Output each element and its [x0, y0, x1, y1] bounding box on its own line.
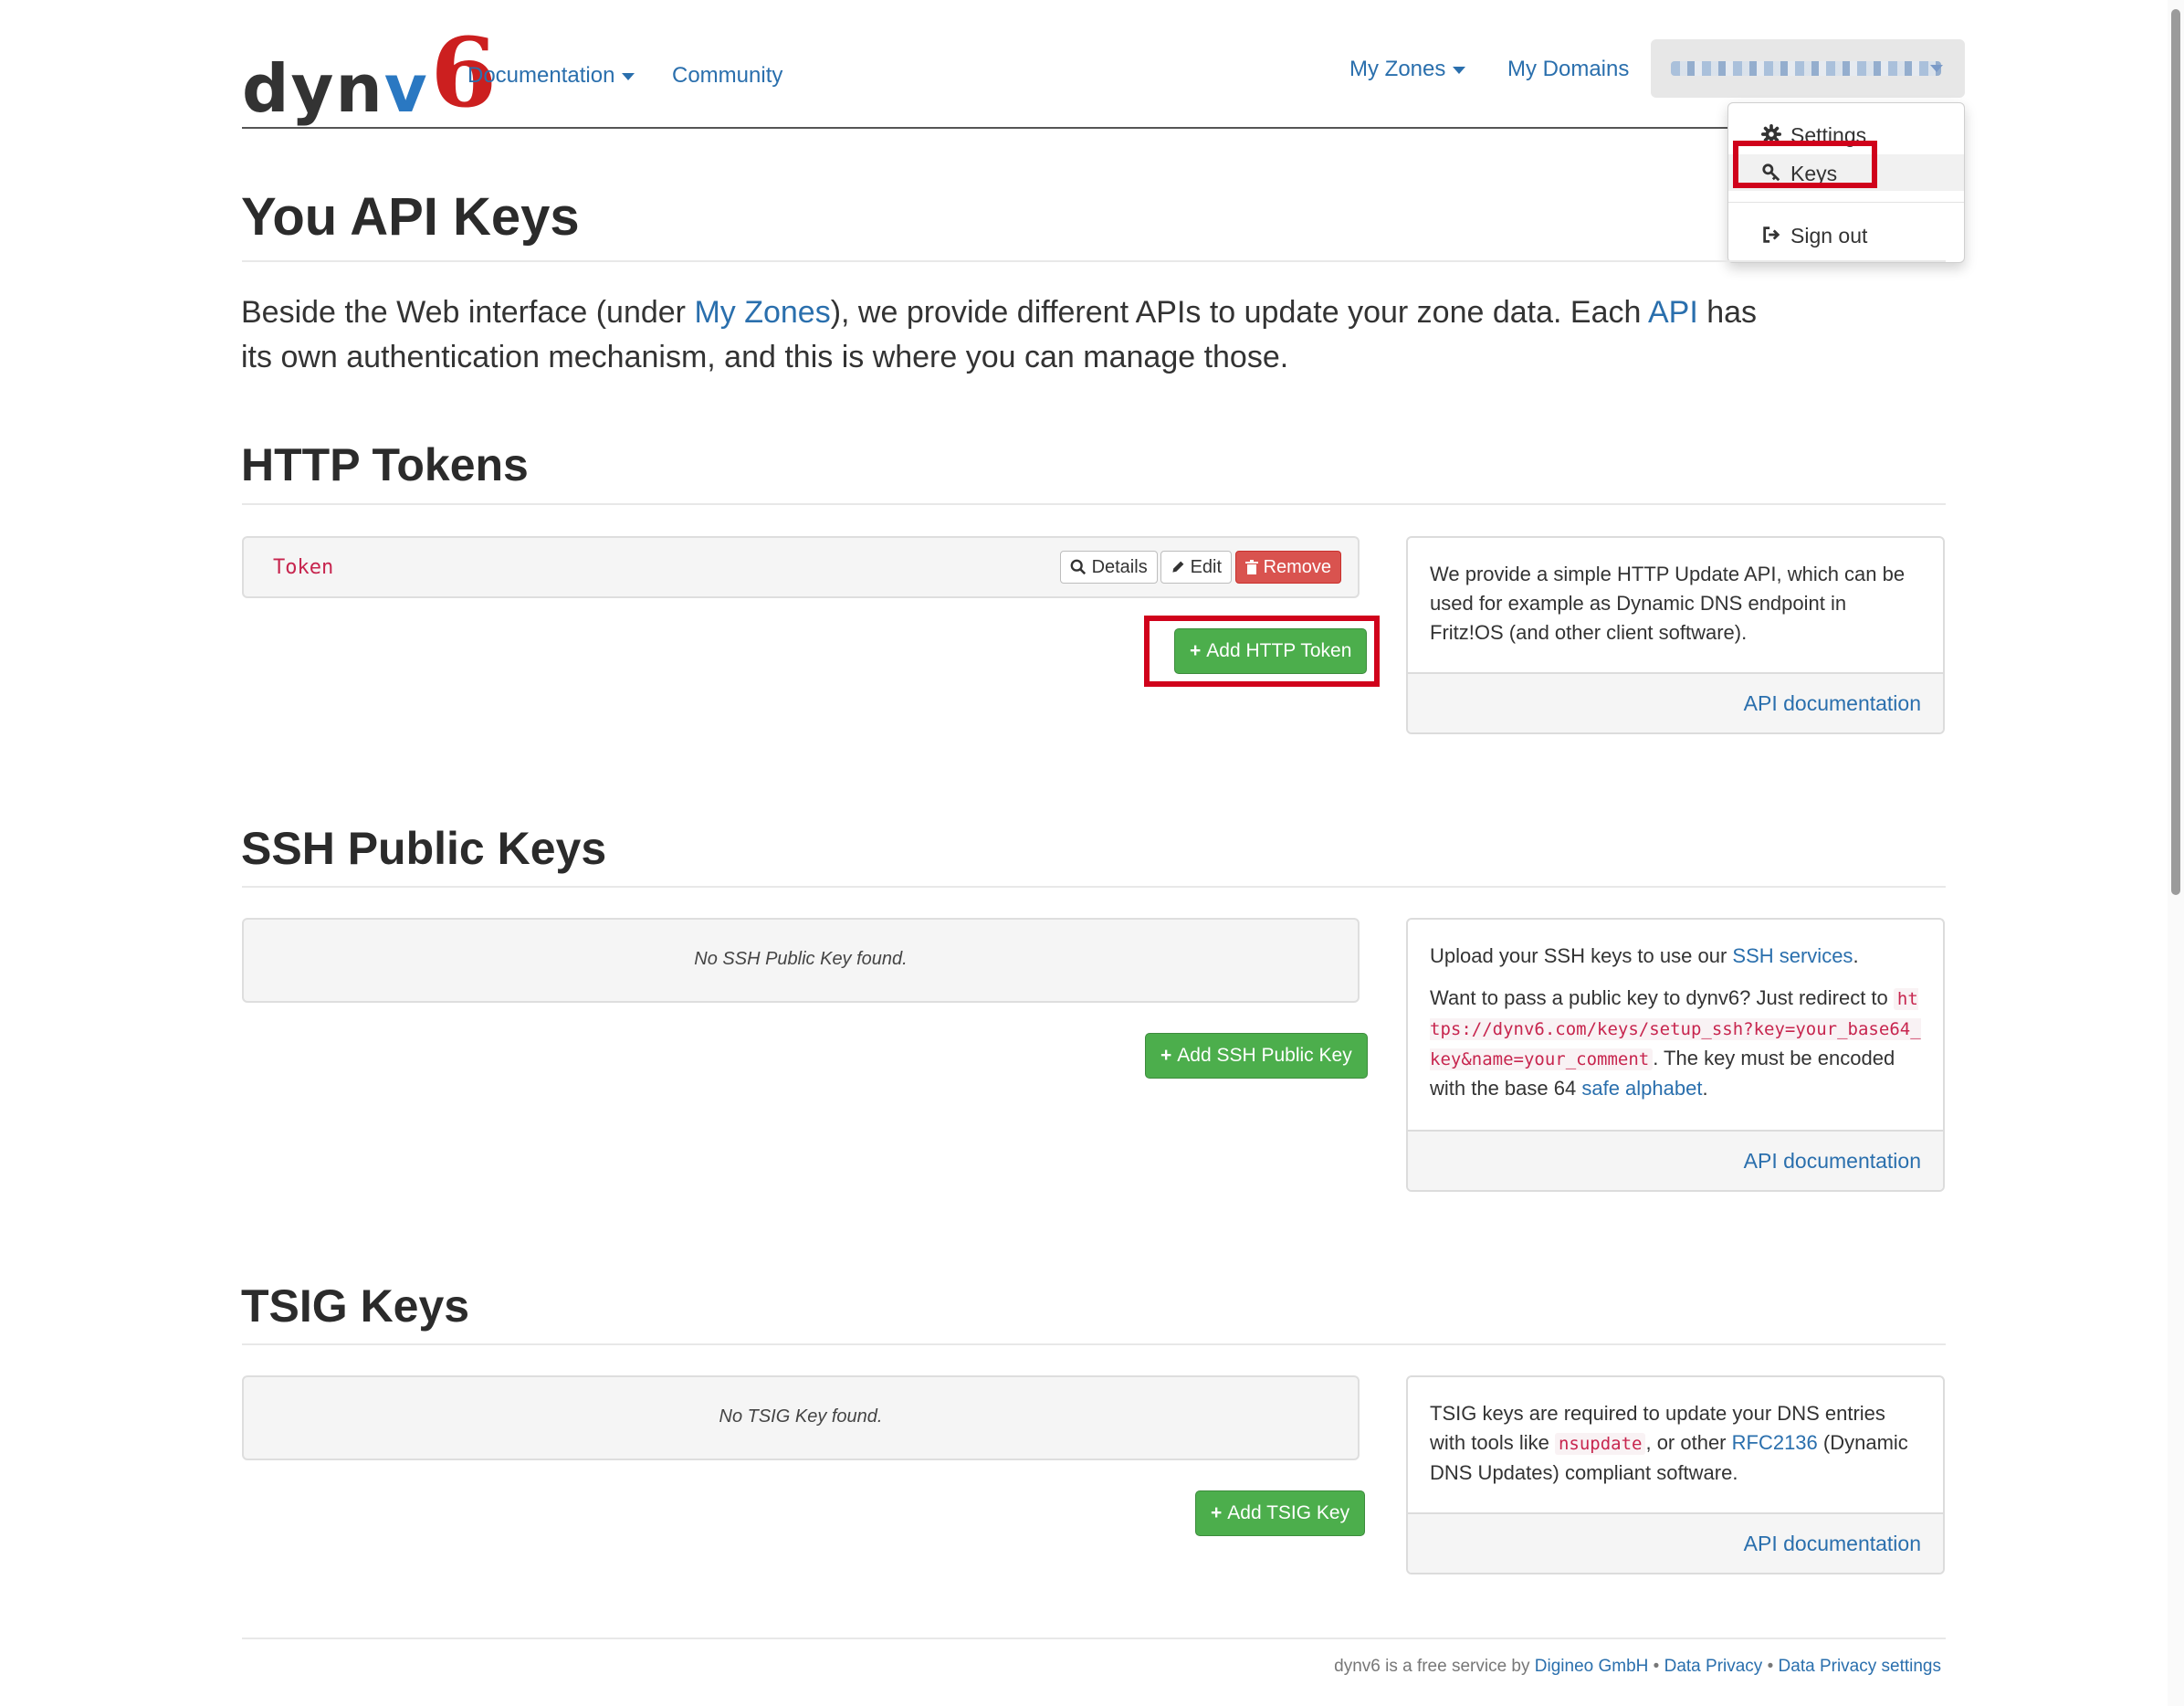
nsupdate-code: nsupdate	[1554, 1433, 1646, 1455]
footer-separator: •	[1762, 1657, 1779, 1676]
section-divider	[242, 886, 1946, 888]
ssh-key-list: No SSH Public Key found.	[242, 918, 1360, 1003]
details-button-label: Details	[1091, 557, 1148, 577]
tsig-api-documentation-link[interactable]: API documentation	[1744, 1532, 1921, 1555]
intro-text-part: Beside the Web interface (under	[241, 295, 695, 330]
add-tsig-key-button[interactable]: + Add TSIG Key	[1195, 1490, 1366, 1536]
section-divider	[242, 503, 1946, 505]
remove-button[interactable]: Remove	[1235, 551, 1342, 584]
http-tokens-heading: HTTP Tokens	[241, 439, 529, 490]
logo-text-v: v	[383, 50, 427, 127]
ssh-info-paragraph: Upload your SSH keys to use our SSH serv…	[1430, 942, 1921, 971]
panel-footer: API documentation	[1408, 1130, 1943, 1190]
nav-community[interactable]: Community	[672, 63, 782, 89]
api-link[interactable]: API	[1648, 295, 1698, 330]
ssh-empty-message: No SSH Public Key found.	[694, 949, 908, 969]
ssh-info-text: Want to pass a public key to dynv6? Just…	[1430, 986, 1894, 1009]
navbar-divider	[242, 127, 1927, 129]
nav-documentation-label: Documentation	[467, 63, 615, 88]
search-icon	[1070, 559, 1087, 575]
data-privacy-settings-link[interactable]: Data Privacy settings	[1779, 1657, 1941, 1676]
ssh-info-text: .	[1853, 944, 1859, 967]
http-tokens-info: We provide a simple HTTP Update API, whi…	[1430, 563, 1906, 644]
pencil-icon	[1172, 561, 1184, 573]
nav-my-zones[interactable]: My Zones	[1349, 57, 1466, 82]
trash-icon	[1245, 560, 1258, 574]
nav-documentation[interactable]: Documentation	[467, 63, 635, 89]
edit-button-label: Edit	[1190, 557, 1223, 577]
sign-out-icon	[1763, 226, 1780, 243]
nav-my-zones-label: My Zones	[1349, 57, 1446, 81]
tsig-info-text: , or other	[1645, 1431, 1732, 1454]
ssh-keys-heading: SSH Public Keys	[241, 823, 607, 874]
section-divider	[242, 1343, 1946, 1345]
plus-icon: +	[1211, 1502, 1223, 1523]
footer-text: dynv6 is a free service by	[1334, 1657, 1535, 1676]
ssh-redirect-paragraph: Want to pass a public key to dynv6? Just…	[1430, 984, 1921, 1103]
nav-my-domains[interactable]: My Domains	[1507, 57, 1629, 82]
chevron-down-icon	[622, 72, 635, 80]
ssh-api-documentation-link[interactable]: API documentation	[1744, 1149, 1921, 1173]
ssh-info-text: .	[1702, 1077, 1708, 1100]
add-ssh-key-button[interactable]: + Add SSH Public Key	[1145, 1033, 1368, 1079]
data-privacy-link[interactable]: Data Privacy	[1664, 1657, 1763, 1676]
tsig-keys-info-panel: TSIG keys are required to update your DN…	[1406, 1375, 1945, 1574]
dropdown-item-sign-out[interactable]: Sign out	[1728, 216, 1964, 253]
digineo-link[interactable]: Digineo GmbH	[1535, 1657, 1649, 1676]
tsig-keys-info: TSIG keys are required to update your DN…	[1408, 1377, 1943, 1497]
plus-icon: +	[1160, 1045, 1172, 1066]
token-name[interactable]: Token	[273, 556, 333, 579]
add-tsig-key-label: Add TSIG Key	[1227, 1502, 1350, 1523]
tsig-key-list: No TSIG Key found.	[242, 1375, 1360, 1460]
panel-footer: API documentation	[1408, 672, 1943, 732]
user-email-redacted	[1671, 61, 1941, 76]
scrollbar-track[interactable]	[2168, 0, 2184, 1706]
highlight-add-token-annotation	[1144, 616, 1380, 687]
footer-divider	[242, 1638, 1946, 1639]
http-api-documentation-link[interactable]: API documentation	[1744, 691, 1921, 715]
ssh-info-text: Upload your SSH keys to use our	[1430, 944, 1733, 967]
details-button[interactable]: Details	[1060, 551, 1158, 584]
logo-text-dyn: dyn	[242, 50, 384, 127]
highlight-keys-annotation	[1733, 141, 1877, 188]
page-footer: dynv6 is a free service by Digineo GmbH …	[913, 1657, 1941, 1677]
dropdown-item-sign-out-label: Sign out	[1790, 224, 1868, 247]
tsig-keys-heading: TSIG Keys	[241, 1280, 470, 1332]
dynv6-logo[interactable]: dynv6	[242, 16, 497, 129]
chevron-down-icon	[1930, 65, 1943, 72]
intro-text-part: ), we provide different APIs to update y…	[830, 295, 1648, 330]
page-title: You API Keys	[241, 187, 580, 247]
remove-button-label: Remove	[1263, 557, 1332, 577]
dropdown-divider	[1728, 202, 1964, 203]
http-token-list: Token Details Edit Remove	[242, 536, 1360, 598]
panel-footer: API documentation	[1408, 1512, 1943, 1573]
ssh-services-link[interactable]: SSH services	[1732, 944, 1853, 967]
scrollbar-thumb[interactable]	[2171, 9, 2180, 895]
http-tokens-info-panel: We provide a simple HTTP Update API, whi…	[1406, 536, 1945, 734]
title-divider	[242, 260, 1946, 262]
ssh-keys-info: Upload your SSH keys to use our SSH serv…	[1408, 920, 1943, 1125]
chevron-down-icon	[1453, 66, 1466, 74]
my-zones-link[interactable]: My Zones	[694, 295, 830, 330]
rfc2136-link[interactable]: RFC2136	[1732, 1431, 1818, 1454]
user-menu-toggle[interactable]	[1651, 39, 1965, 98]
add-ssh-key-label: Add SSH Public Key	[1177, 1045, 1352, 1066]
edit-button[interactable]: Edit	[1160, 551, 1233, 584]
ssh-keys-info-panel: Upload your SSH keys to use our SSH serv…	[1406, 918, 1945, 1192]
footer-separator: •	[1648, 1657, 1664, 1676]
tsig-empty-message: No TSIG Key found.	[719, 1406, 883, 1427]
safe-alphabet-link[interactable]: safe alphabet	[1581, 1077, 1702, 1100]
intro-text: Beside the Web interface (under My Zones…	[241, 290, 1793, 380]
